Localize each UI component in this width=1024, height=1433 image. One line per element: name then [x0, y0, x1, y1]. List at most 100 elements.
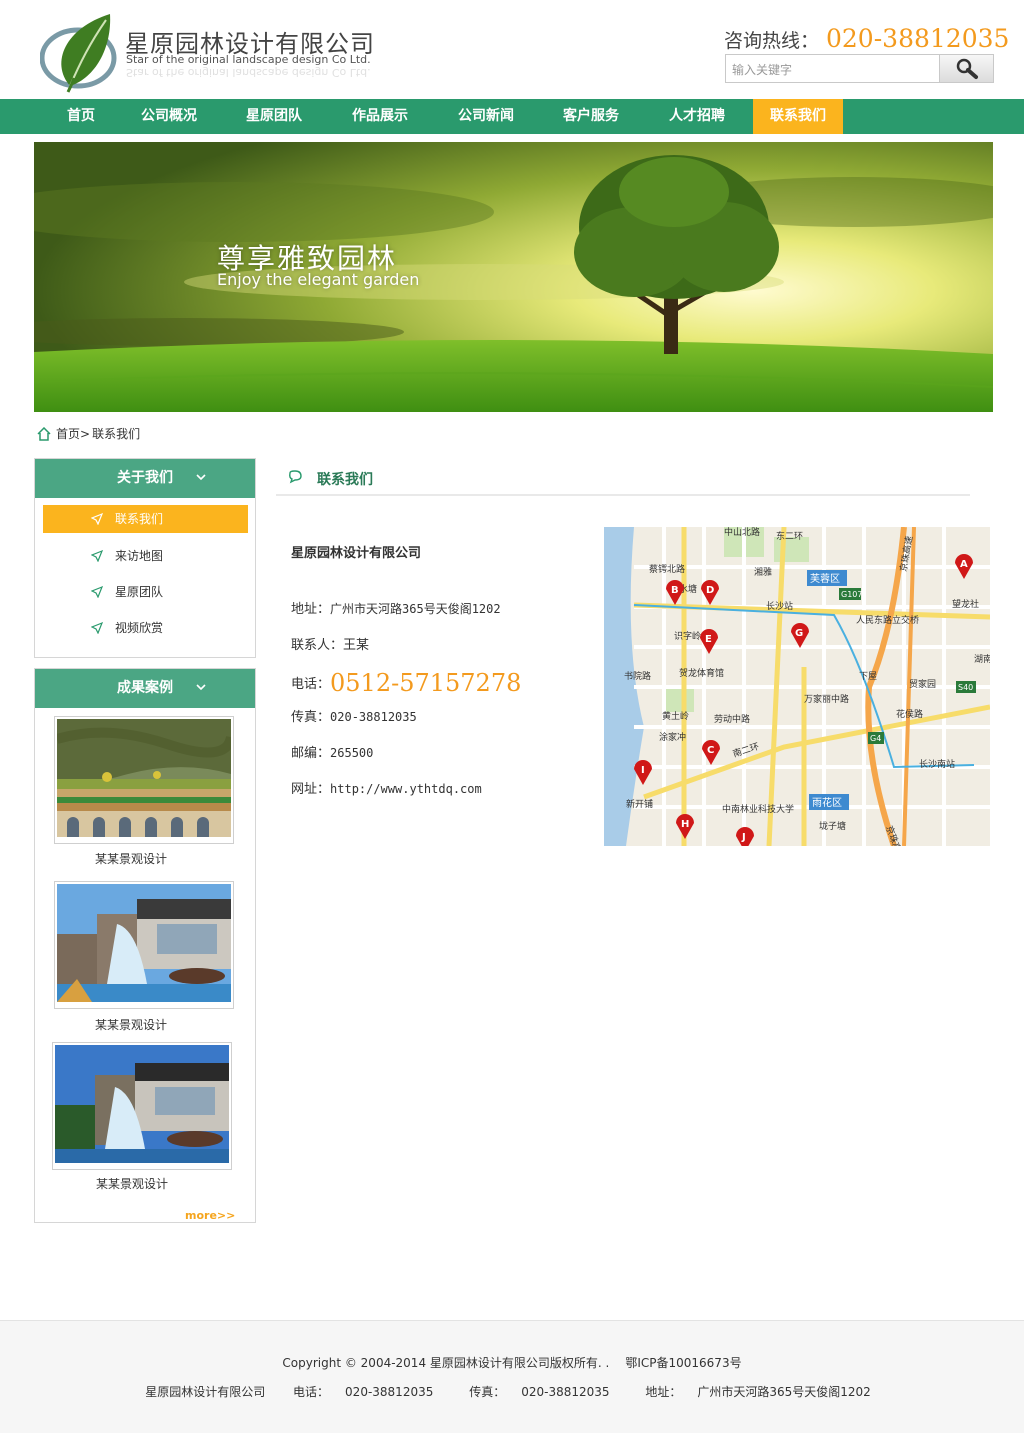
address-value: 广州市天河路365号天俊阁1202	[330, 602, 501, 616]
footer-fax-label: 传真：	[469, 1385, 506, 1399]
sidebar-cases: 成果案例 某某景观设计 某某景观设计 某某景观设计 more>>	[34, 668, 256, 1223]
zip-value: 265500	[330, 746, 374, 760]
main-nav: 首页 公司概况 星原团队 作品展示 公司新闻 客户服务 人才招聘 联系我们	[0, 99, 1024, 134]
zip-line: 邮编：265500	[291, 742, 373, 761]
brand-name-english: Star of the original landscape design Co…	[126, 53, 371, 66]
footer-icp[interactable]: 鄂ICP备10016673号	[625, 1356, 741, 1370]
map-label: 长沙站	[766, 600, 793, 612]
footer-copyright-line: Copyright © 2004-2014 星原园林设计有限公司版权所有. . 鄂…	[0, 1354, 1024, 1371]
footer-fax: 020-38812035	[521, 1385, 610, 1399]
leaf-logo-icon[interactable]	[40, 8, 120, 96]
svg-text:G: G	[795, 628, 803, 639]
sidebar-item-label: 星原团队	[115, 585, 164, 599]
svg-text:E: E	[705, 634, 712, 645]
map-label: 识字岭	[674, 630, 701, 642]
case-image-waterfall	[57, 884, 231, 1002]
website-line: 网址：http://www.ythtdq.com	[291, 778, 482, 797]
svg-text:B: B	[671, 585, 679, 596]
map-label: 垅子塘	[819, 820, 846, 832]
svg-text:A: A	[960, 559, 968, 570]
sidebar-item-label: 来访地图	[115, 549, 164, 563]
map-label: 下屋	[859, 671, 877, 682]
sidebar-about-header[interactable]: 关于我们	[35, 459, 255, 498]
case-image-terrace	[55, 719, 236, 837]
sidebar-item-visit-map[interactable]: 来访地图	[43, 542, 248, 570]
breadcrumb: 首页> 联系我们	[36, 425, 140, 442]
brand-name-reflection: Star of the original landscape design Co…	[126, 66, 371, 79]
nav-customer-service[interactable]: 客户服务	[548, 99, 634, 134]
website-value[interactable]: http://www.ythtdq.com	[330, 782, 482, 796]
nav-home[interactable]: 首页	[44, 99, 118, 134]
map-road-badge: S40	[958, 683, 973, 692]
header: 星原园林设计有限公司 Star of the original landscap…	[0, 0, 1024, 100]
map-label: 贸家园	[909, 678, 936, 690]
zip-label: 邮编：	[291, 746, 331, 761]
sidebar-item-team[interactable]: 星原团队	[43, 578, 248, 606]
svg-text:D: D	[706, 585, 714, 596]
case-image-waterfall	[55, 1045, 229, 1163]
contact-value: 王某	[343, 638, 370, 653]
phone-label: 电话：	[291, 677, 331, 692]
footer-address: 广州市天河路365号天俊阁1202	[697, 1385, 871, 1399]
phone-line: 电话：0512-57157278	[291, 666, 522, 697]
banner-landscape-image	[34, 142, 993, 412]
sidebar-about: 关于我们 联系我们 来访地图 星原团队 视频欣赏	[34, 458, 256, 658]
hero-banner: 尊享雅致园林 Enjoy the elegant garden	[34, 142, 993, 412]
map-label: 中山北路	[724, 527, 760, 538]
contact-line: 联系人：王某	[291, 634, 369, 653]
map-label: 新开铺	[626, 798, 653, 810]
search-button[interactable]	[939, 54, 994, 83]
map-label: 湘雅	[754, 566, 772, 578]
map-label: 花侯路	[896, 708, 923, 720]
map-label: 人民东路立交桥	[856, 614, 919, 626]
case-caption[interactable]: 某某景观设计	[41, 1016, 221, 1033]
sidebar-item-label: 联系我们	[115, 512, 164, 526]
sidebar-item-contact-us[interactable]: 联系我们	[43, 505, 248, 533]
svg-text:C: C	[707, 745, 714, 756]
nav-contact-us[interactable]: 联系我们	[753, 99, 843, 134]
map-label: 望龙社	[952, 598, 979, 610]
sidebar-item-video[interactable]: 视频欣赏	[43, 614, 248, 642]
content-title: 联系我们	[317, 472, 373, 488]
map-district: 雨花区	[812, 796, 842, 809]
map-label: 长沙南站	[919, 758, 955, 770]
breadcrumb-home[interactable]: 首页>	[56, 425, 90, 442]
sidebar-cases-title: 成果案例	[117, 680, 173, 696]
more-link[interactable]: more>>	[185, 1209, 235, 1222]
address-line: 地址：广州市天河路365号天俊阁1202	[291, 598, 501, 617]
map-canvas: 蔡锷北路 水塘 湘雅 识字岭 书院路 贺龙体育馆 黄土岭 劳动中路 涂家冲 新开…	[604, 527, 990, 846]
footer-phone-label: 电话：	[293, 1385, 330, 1399]
phone-value: 0512-57157278	[330, 669, 522, 697]
map-district: 芙蓉区	[810, 572, 840, 585]
search-icon	[956, 58, 978, 79]
nav-news[interactable]: 公司新闻	[443, 99, 529, 134]
send-arrow-icon	[91, 513, 103, 525]
nav-company-overview[interactable]: 公司概况	[126, 99, 212, 134]
hotline-number: 020-38812035	[826, 24, 1010, 53]
footer-copyright: Copyright © 2004-2014 星原园林设计有限公司版权所有. .	[282, 1356, 610, 1370]
map-label: 涂家冲	[659, 731, 686, 743]
case-thumbnail[interactable]	[54, 716, 236, 844]
location-map[interactable]: 蔡锷北路 水塘 湘雅 识字岭 书院路 贺龙体育馆 黄土岭 劳动中路 涂家冲 新开…	[604, 527, 990, 846]
footer-address-label: 地址：	[645, 1385, 682, 1399]
map-label: 万家丽中路	[804, 693, 849, 705]
address-label: 地址：	[291, 602, 331, 617]
footer-company: 星原园林设计有限公司	[145, 1385, 266, 1399]
send-arrow-icon	[91, 550, 103, 562]
footer: Copyright © 2004-2014 星原园林设计有限公司版权所有. . 鄂…	[0, 1320, 1024, 1433]
search-input[interactable]: 输入关键字	[725, 54, 940, 83]
sidebar-cases-header[interactable]: 成果案例	[35, 669, 255, 708]
banner-subtitle: Enjoy the elegant garden	[217, 270, 420, 289]
home-icon[interactable]	[36, 426, 52, 441]
nav-team[interactable]: 星原团队	[231, 99, 317, 134]
footer-phone: 020-38812035	[345, 1385, 434, 1399]
nav-portfolio[interactable]: 作品展示	[337, 99, 423, 134]
case-caption[interactable]: 某某景观设计	[41, 850, 221, 867]
case-thumbnail[interactable]	[54, 881, 234, 1009]
case-caption[interactable]: 某某景观设计	[42, 1175, 222, 1192]
nav-recruitment[interactable]: 人才招聘	[654, 99, 740, 134]
case-thumbnail[interactable]	[52, 1042, 232, 1170]
fax-line: 传真：020-38812035	[291, 706, 417, 725]
map-label: 劳动中路	[714, 713, 750, 725]
sidebar-about-title: 关于我们	[117, 470, 173, 486]
